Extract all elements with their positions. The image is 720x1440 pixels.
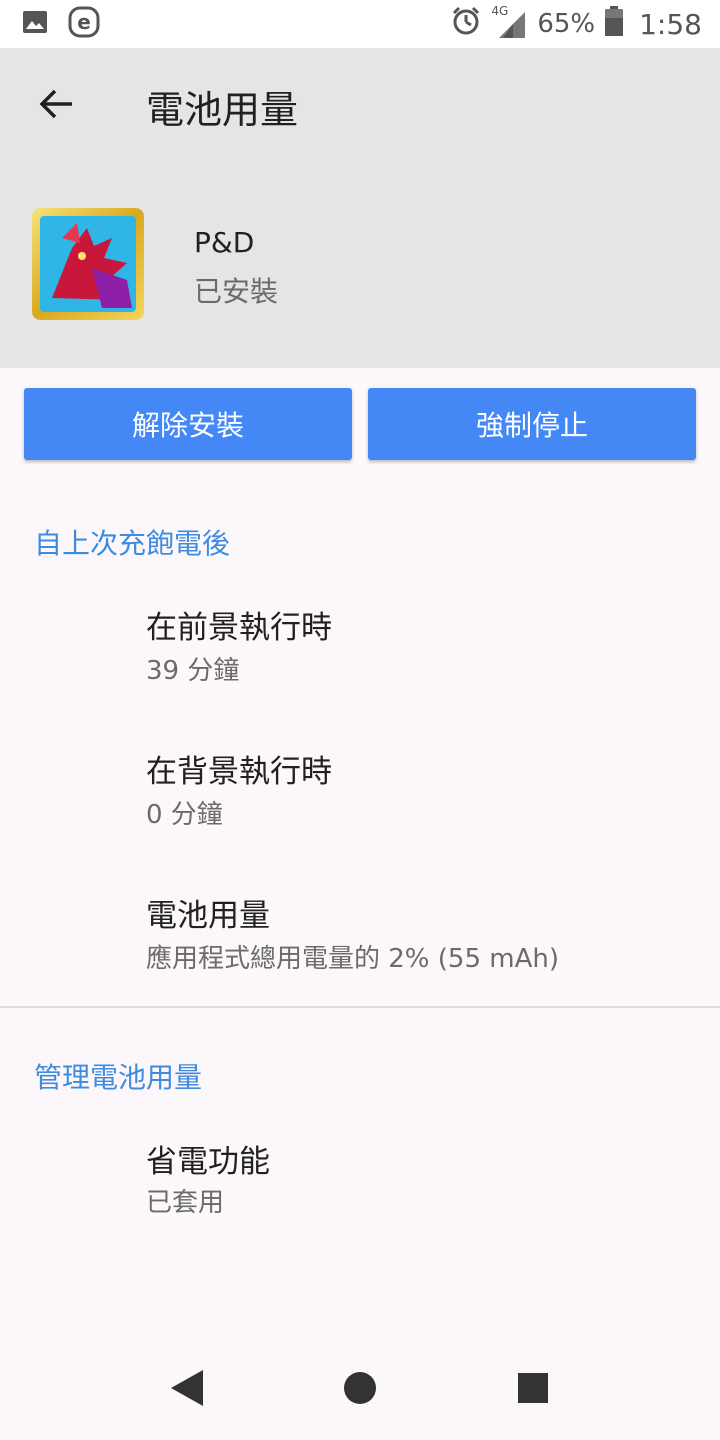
alarm-icon — [451, 6, 481, 43]
nav-recents-button[interactable] — [503, 1360, 563, 1420]
nav-recents-icon — [517, 1372, 549, 1408]
app-install-status: 已安裝 — [194, 275, 279, 308]
image-icon — [22, 10, 48, 38]
page-title: 電池用量 — [146, 87, 299, 132]
nav-back-button[interactable] — [157, 1360, 217, 1420]
pref-title: 省電功能 — [146, 1144, 270, 1180]
clock: 1:58 — [639, 7, 702, 41]
pref-battery-optimization[interactable]: 省電功能 已套用 — [0, 1120, 720, 1240]
back-arrow-icon — [38, 86, 74, 126]
nav-home-button[interactable] — [330, 1360, 390, 1420]
pref-title: 在前景執行時 — [146, 610, 332, 646]
e-app-icon: e — [68, 6, 100, 42]
app-name: P&D — [194, 226, 255, 259]
status-bar: e 4G 65% 1:58 — [0, 0, 720, 48]
pref-summary: 0 分鐘 — [146, 800, 223, 830]
app-bar: 電池用量 P&D 已安裝 — [0, 48, 720, 368]
pref-title: 在背景執行時 — [146, 754, 332, 790]
battery-icon — [605, 5, 624, 43]
pref-title: 電池用量 — [146, 898, 270, 934]
pref-background-time[interactable]: 在背景執行時 0 分鐘 — [0, 730, 720, 850]
nav-back-icon — [169, 1368, 205, 1412]
status-bar-right: 4G 65% 1:58 — [451, 4, 702, 43]
force-stop-button[interactable]: 強制停止 — [368, 388, 696, 460]
navigation-bar — [0, 1340, 720, 1440]
pref-summary: 應用程式總用電量的 2% (55 mAh) — [146, 944, 560, 974]
nav-home-icon — [343, 1371, 377, 1409]
battery-percent: 65% — [537, 9, 596, 39]
section-divider — [0, 1006, 720, 1008]
section-header-since-charge: 自上次充飽電後 — [34, 527, 231, 560]
pref-summary: 已套用 — [146, 1188, 225, 1218]
pref-summary: 39 分鐘 — [146, 656, 240, 686]
section-header-manage: 管理電池用量 — [34, 1061, 203, 1094]
back-button[interactable] — [28, 78, 84, 134]
svg-text:e: e — [77, 10, 91, 34]
uninstall-button[interactable]: 解除安裝 — [24, 388, 352, 460]
status-bar-left: e — [22, 6, 100, 42]
pref-foreground-time[interactable]: 在前景執行時 39 分鐘 — [0, 586, 720, 706]
pref-battery-usage[interactable]: 電池用量 應用程式總用電量的 2% (55 mAh) — [0, 874, 720, 994]
signal-icon: 4G — [491, 4, 527, 40]
app-icon — [32, 208, 144, 320]
